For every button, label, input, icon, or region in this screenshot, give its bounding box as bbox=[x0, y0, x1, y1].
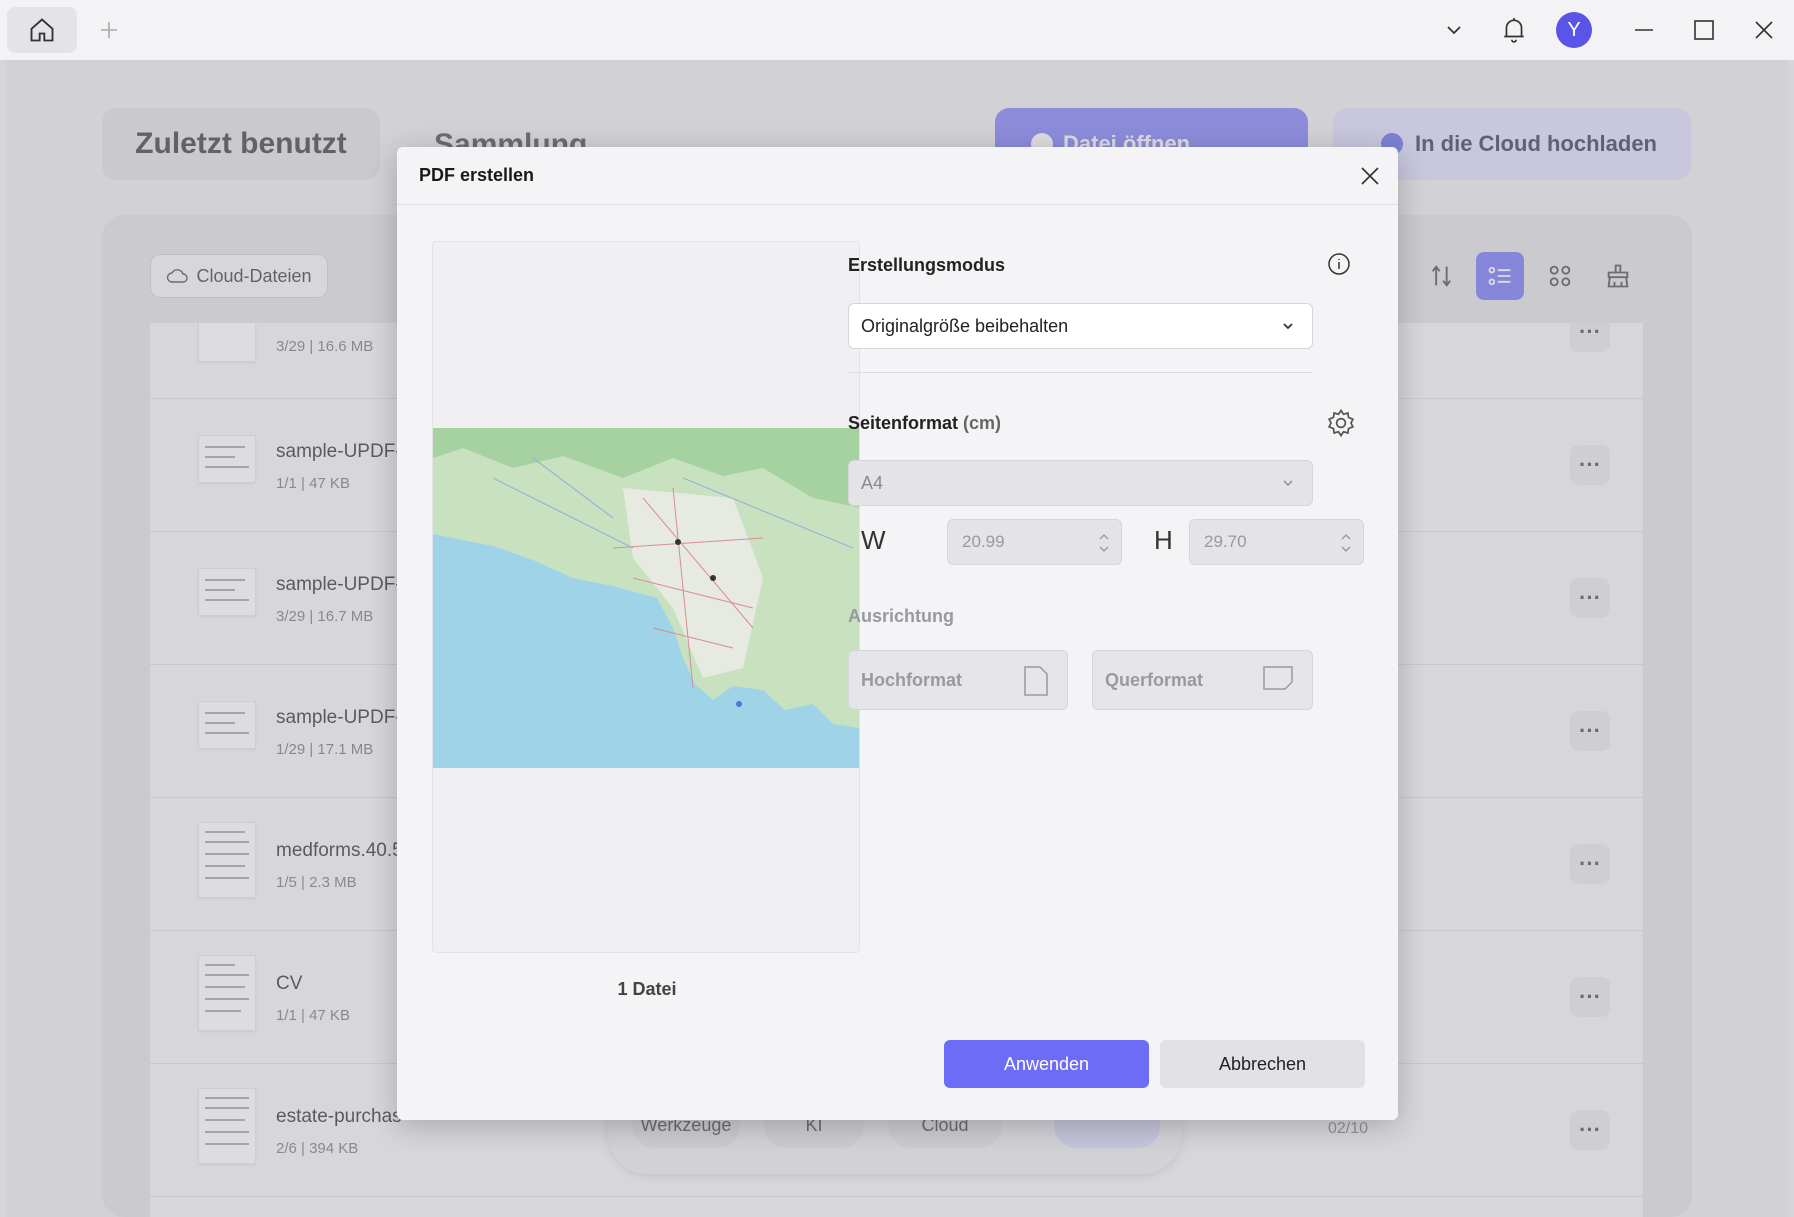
home-tab[interactable] bbox=[7, 7, 77, 53]
chevron-down-icon bbox=[1447, 26, 1461, 35]
landscape-icon bbox=[1263, 666, 1293, 690]
close-icon bbox=[1755, 21, 1773, 39]
portrait-icon bbox=[1024, 666, 1048, 696]
file-preview bbox=[432, 241, 860, 953]
stepper-icon[interactable] bbox=[1097, 526, 1111, 560]
width-field[interactable]: 20.99 bbox=[947, 519, 1122, 565]
map-preview-image bbox=[433, 428, 859, 768]
bell-icon bbox=[1504, 18, 1524, 43]
creation-mode-select[interactable]: Originalgröße beibehalten bbox=[848, 303, 1313, 349]
dialog-close-button[interactable] bbox=[1355, 161, 1385, 191]
chevron-down-icon bbox=[1283, 323, 1293, 330]
height-value: 29.70 bbox=[1204, 532, 1247, 551]
page-format-select[interactable]: A4 bbox=[848, 460, 1313, 506]
page-format-value: A4 bbox=[861, 472, 884, 493]
maximize-icon bbox=[1694, 20, 1714, 40]
landscape-button[interactable]: Querformat bbox=[1092, 650, 1313, 710]
page-format-label: Seitenformat (cm) bbox=[848, 413, 1002, 433]
stepper-icon[interactable] bbox=[1339, 526, 1353, 560]
landscape-label: Querformat bbox=[1105, 669, 1204, 690]
portrait-label: Hochformat bbox=[861, 669, 963, 690]
minimize-button[interactable] bbox=[1626, 12, 1662, 48]
gear-icon[interactable] bbox=[1326, 408, 1356, 438]
chevron-down-icon bbox=[1283, 480, 1293, 487]
maximize-button[interactable] bbox=[1686, 12, 1722, 48]
dialog-header: PDF erstellen bbox=[397, 147, 1398, 205]
minimize-icon bbox=[1635, 29, 1653, 31]
new-tab-button[interactable] bbox=[96, 14, 122, 46]
height-field[interactable]: 29.70 bbox=[1189, 519, 1364, 565]
create-pdf-dialog: PDF erstellen 1 Datei Erstellungsmodus O… bbox=[397, 147, 1398, 1120]
info-icon[interactable] bbox=[1327, 252, 1351, 276]
dropdown-button[interactable] bbox=[1436, 12, 1472, 48]
notifications-button[interactable] bbox=[1496, 12, 1532, 48]
divider bbox=[848, 372, 1313, 373]
title-bar: Y bbox=[0, 0, 1794, 60]
orientation-label: Ausrichtung bbox=[848, 606, 954, 626]
home-icon bbox=[30, 18, 54, 42]
dialog-title: PDF erstellen bbox=[419, 165, 535, 185]
page-format-unit: (cm) bbox=[963, 413, 1002, 433]
portrait-button[interactable]: Hochformat bbox=[848, 650, 1068, 710]
avatar[interactable]: Y bbox=[1556, 12, 1592, 48]
width-value: 20.99 bbox=[962, 532, 1005, 551]
cancel-button[interactable]: Abbrechen bbox=[1160, 1040, 1365, 1088]
apply-button[interactable]: Anwenden bbox=[944, 1040, 1149, 1088]
width-label: W bbox=[861, 525, 886, 555]
file-count: 1 Datei bbox=[617, 979, 677, 999]
plus-icon bbox=[101, 22, 117, 38]
creation-mode-label: Erstellungsmodus bbox=[848, 255, 1006, 275]
height-label: H bbox=[1154, 525, 1173, 555]
close-window-button[interactable] bbox=[1746, 12, 1782, 48]
creation-mode-value: Originalgröße beibehalten bbox=[861, 315, 1069, 336]
close-icon bbox=[1361, 167, 1379, 185]
